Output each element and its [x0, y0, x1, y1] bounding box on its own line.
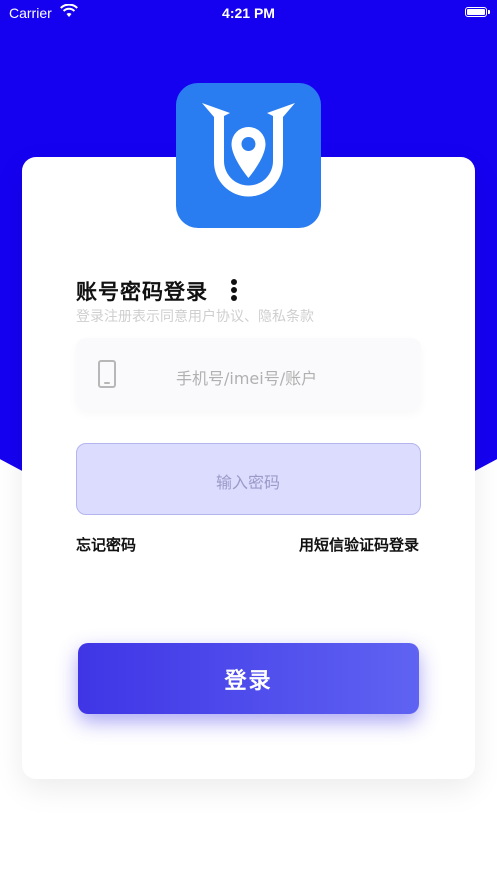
forgot-password-link[interactable]: 忘记密码 [76, 534, 136, 555]
more-icon[interactable] [230, 279, 238, 303]
password-placeholder: 输入密码 [215, 473, 280, 492]
app-logo-mark [202, 103, 295, 197]
battery-icon [465, 7, 490, 17]
account-placeholder: 手机号/imei号/账户 [176, 369, 318, 388]
status-time: 4:21 PM [222, 5, 275, 21]
account-input[interactable]: 手机号/imei号/账户 [76, 338, 421, 410]
login-button[interactable]: 登录 [78, 643, 419, 714]
page-title: 账号密码登录 [76, 280, 208, 304]
app-logo [176, 83, 321, 228]
agreement-text[interactable]: 登录注册表示同意用户协议、隐私条款 [76, 306, 314, 326]
password-input[interactable]: 输入密码 [76, 443, 421, 515]
status-bar: Carrier 4:21 PM [0, 0, 497, 26]
phone-icon [98, 360, 116, 388]
sms-login-link[interactable]: 用短信验证码登录 [299, 534, 419, 555]
